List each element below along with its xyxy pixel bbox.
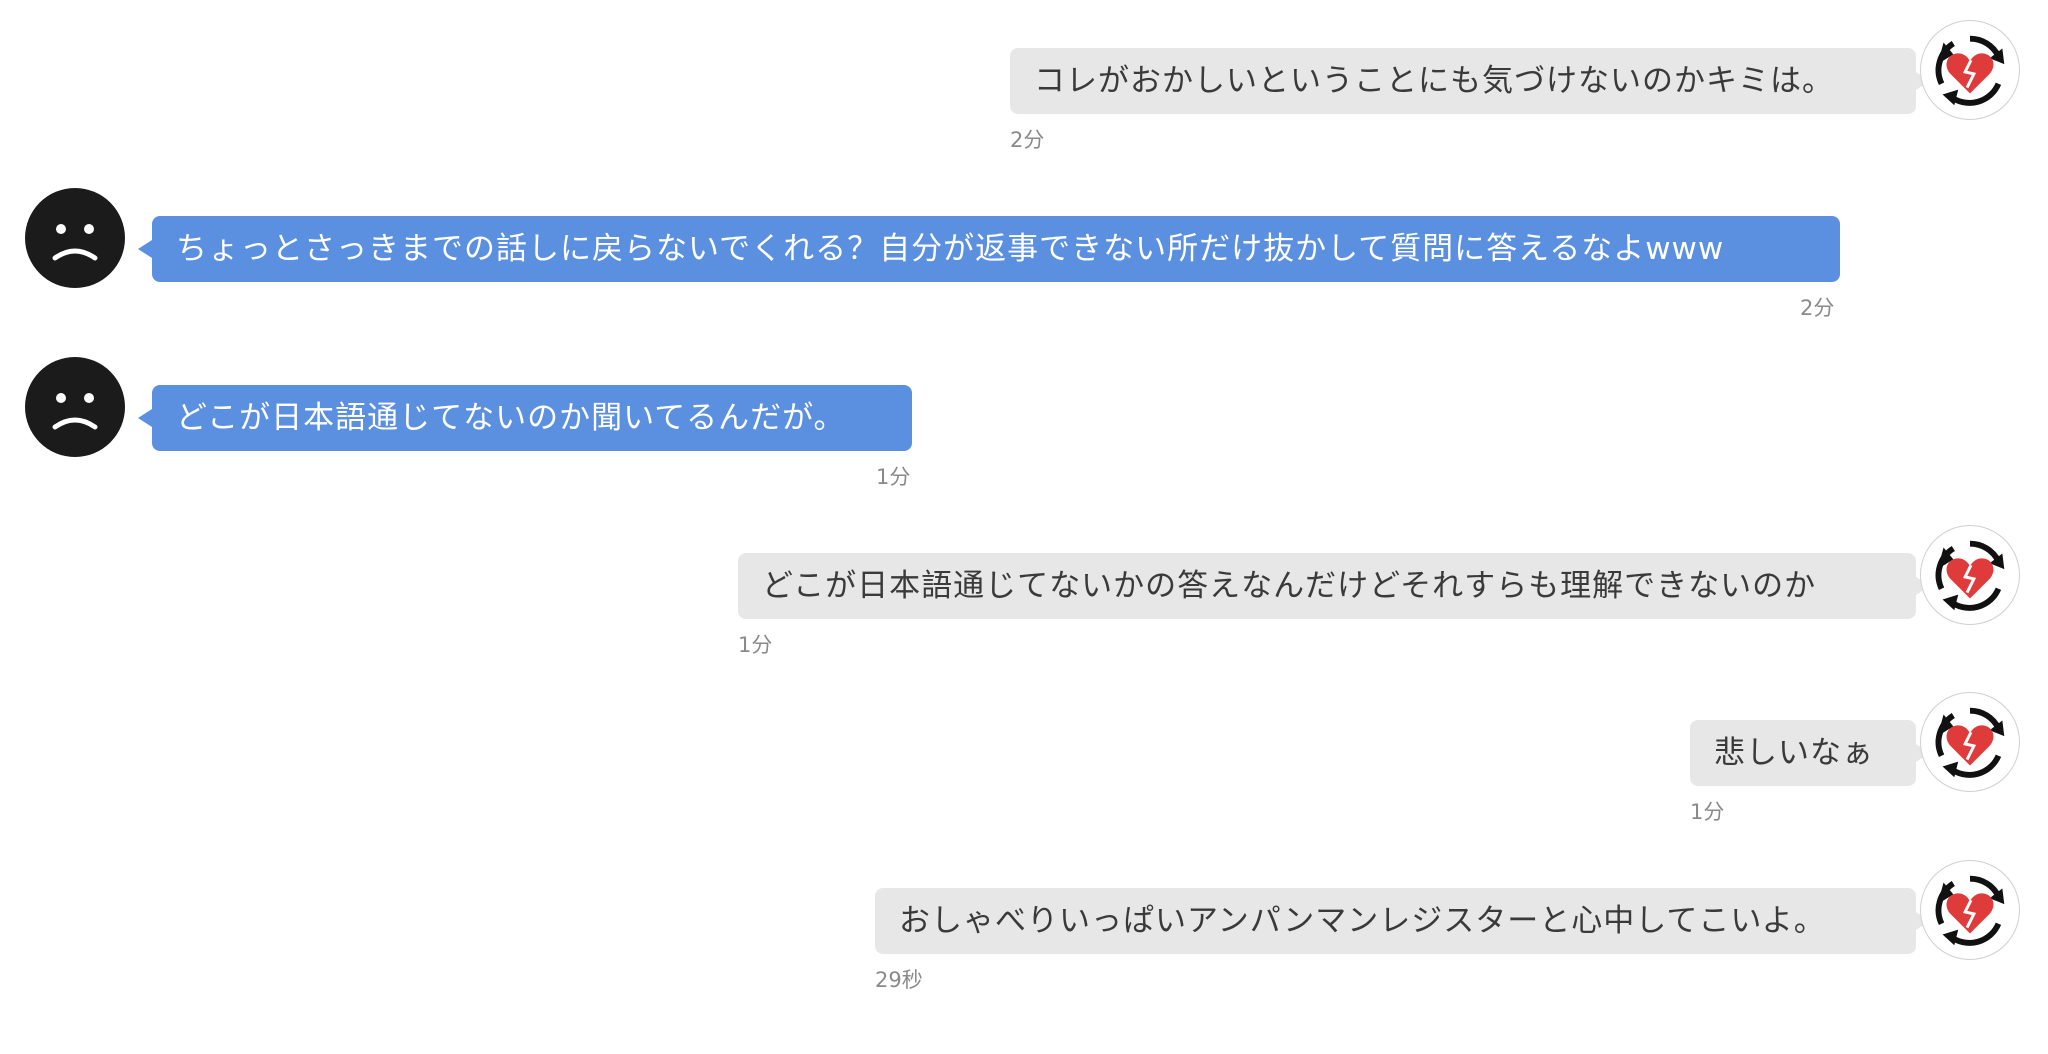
chat-thread: コレがおかしいということにも気づけないのかキミは。 2分 ちょっとさっきまでの話… — [0, 0, 2048, 1054]
message-timestamp: 1分 — [738, 633, 773, 657]
message-timestamp: 1分 — [1690, 800, 1725, 824]
sad-face-icon[interactable] — [25, 357, 125, 457]
message-bubble-incoming[interactable]: ちょっとさっきまでの話しに戻らないでくれる？自分が返事できない所だけ抜かして質問… — [138, 216, 1840, 282]
message-timestamp: 2分 — [1010, 128, 1045, 152]
message-bubble-outgoing[interactable]: どこが日本語通じてないかの答えなんだけどそれすらも理解できないのか — [738, 553, 1930, 619]
message-timestamp: 1分 — [876, 465, 911, 489]
message-bubble-incoming[interactable]: どこが日本語通じてないのか聞いてるんだが。 — [138, 385, 912, 451]
message-timestamp: 29秒 — [875, 968, 923, 992]
broken-heart-cycle-icon[interactable] — [1920, 525, 2020, 625]
message-bubble-outgoing[interactable]: おしゃべりいっぱいアンパンマンレジスターと心中してこいよ。 — [875, 888, 1930, 954]
broken-heart-cycle-icon[interactable] — [1920, 860, 2020, 960]
message-bubble-outgoing[interactable]: コレがおかしいということにも気づけないのかキミは。 — [1010, 48, 1930, 114]
broken-heart-cycle-icon[interactable] — [1920, 20, 2020, 120]
message-bubble-outgoing[interactable]: 悲しいなぁ — [1690, 720, 1930, 786]
sad-face-icon[interactable] — [25, 188, 125, 288]
broken-heart-cycle-icon[interactable] — [1920, 692, 2020, 792]
message-timestamp: 2分 — [1800, 296, 1835, 320]
